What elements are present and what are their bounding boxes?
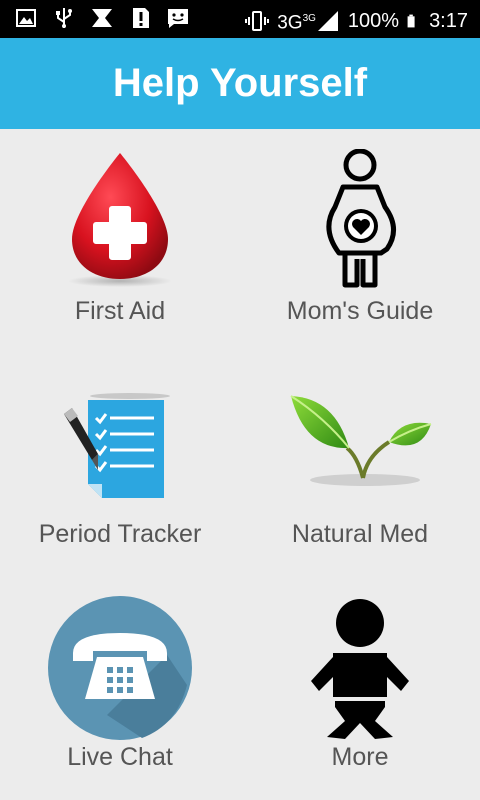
app-bar: Help Yourself xyxy=(0,38,480,129)
telephone-icon xyxy=(48,596,192,740)
tile-label: Live Chat xyxy=(67,743,173,771)
battery-icon xyxy=(407,14,415,28)
tile-moms-guide[interactable]: Mom's Guide xyxy=(240,129,480,352)
clock: 3:17 xyxy=(429,10,468,33)
message-icon xyxy=(168,9,188,28)
tile-natural-med[interactable]: Natural Med xyxy=(240,352,480,575)
bowtie-icon xyxy=(92,9,112,27)
image-icon xyxy=(16,9,36,27)
vibrate-icon xyxy=(245,11,270,32)
signal-icon xyxy=(317,11,338,32)
first-aid-drop-icon xyxy=(68,153,172,287)
notification-icons xyxy=(14,6,190,30)
tile-more[interactable]: More xyxy=(240,575,480,798)
menu-grid: First Aid Mom's Guide Period Tracker Nat… xyxy=(0,129,480,800)
system-icons: 3G3G 100% 3:17 xyxy=(245,6,468,36)
pregnant-woman-icon xyxy=(326,149,396,288)
tile-label: Mom's Guide xyxy=(286,297,434,325)
tile-label: Natural Med xyxy=(291,520,429,548)
baby-icon xyxy=(311,599,409,739)
tile-label: Period Tracker xyxy=(38,520,202,548)
page-title: Help Yourself xyxy=(112,61,368,105)
leaves-icon xyxy=(290,395,432,486)
battery-percent: 100% xyxy=(347,10,400,33)
network-type: 3G3G xyxy=(277,12,316,34)
tile-label: More xyxy=(331,743,389,771)
tile-first-aid[interactable]: First Aid xyxy=(0,129,240,352)
tile-label: First Aid xyxy=(74,297,166,325)
alert-icon xyxy=(133,8,149,28)
checklist-pen-icon xyxy=(64,393,170,498)
status-bar: 3G3G 100% 3:17 xyxy=(0,0,480,38)
tile-period-tracker[interactable]: Period Tracker xyxy=(0,352,240,575)
usb-icon xyxy=(56,8,72,28)
tile-live-chat[interactable]: Live Chat xyxy=(0,575,240,798)
